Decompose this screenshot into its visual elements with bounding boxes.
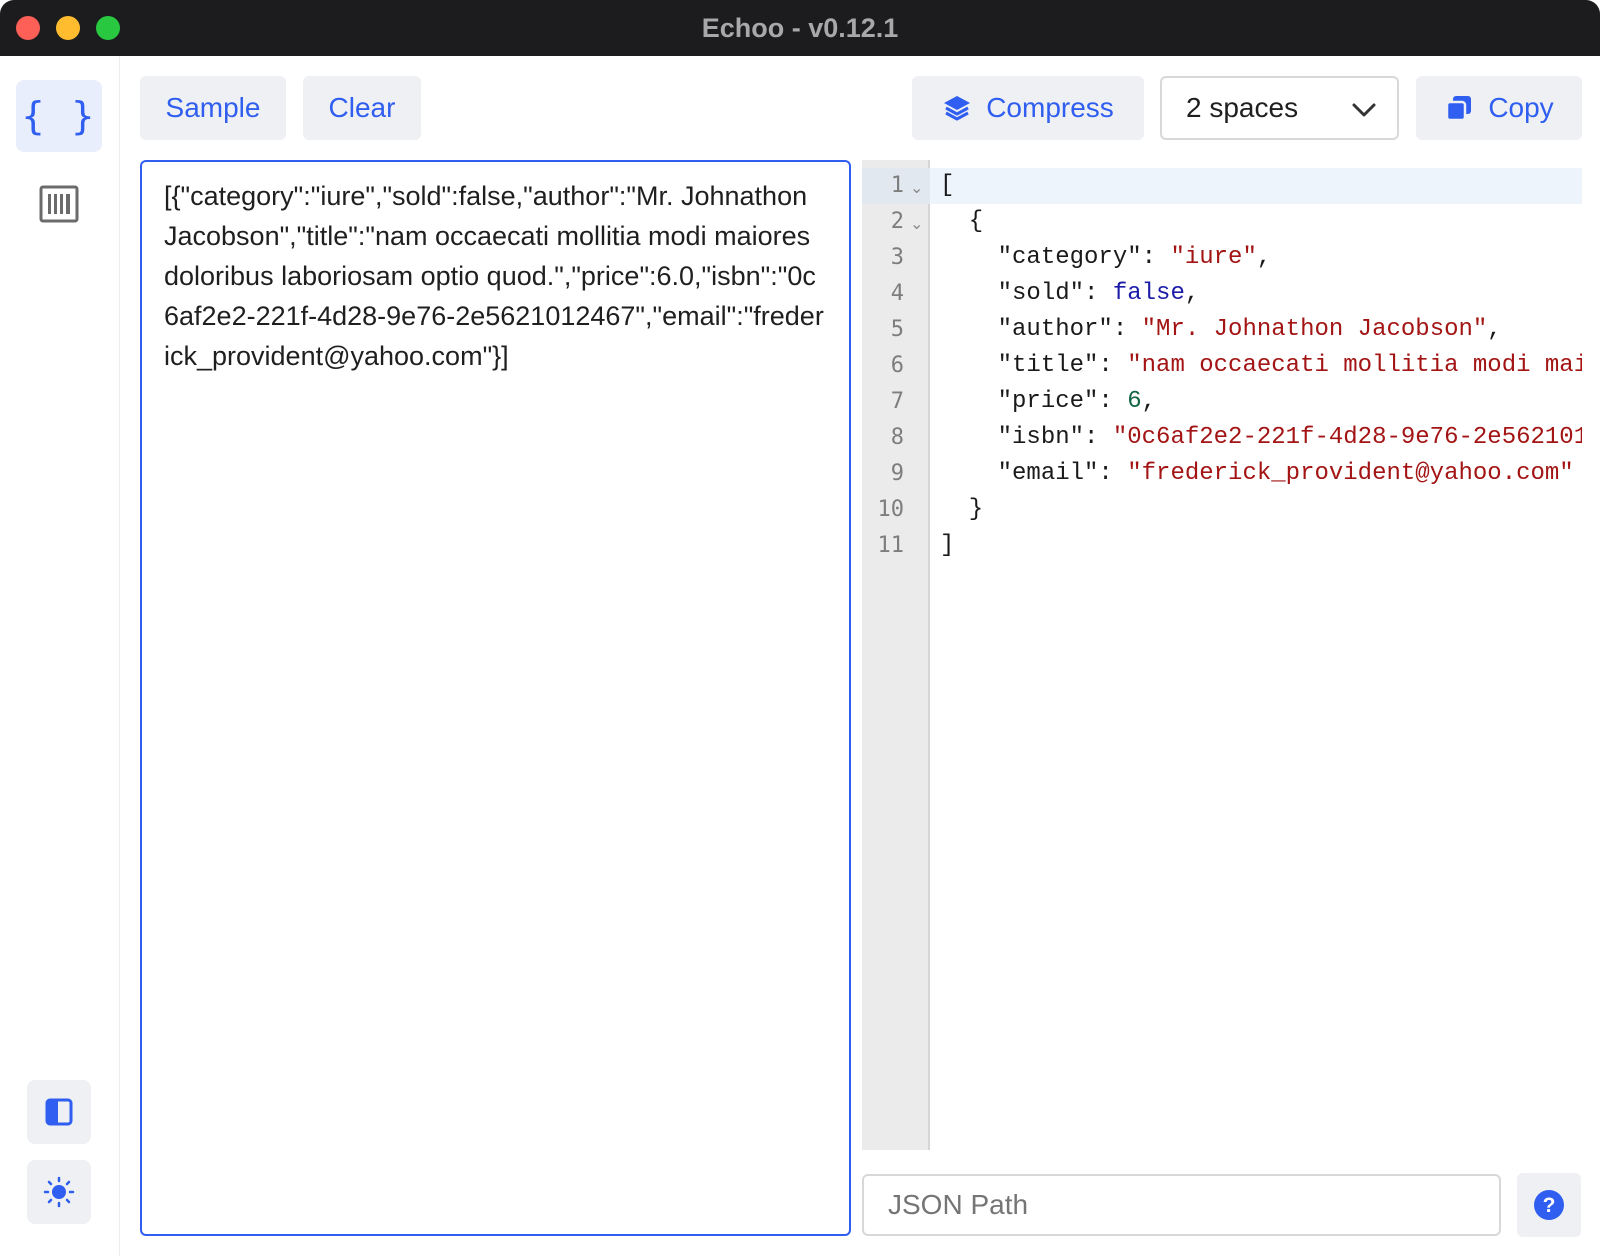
indent-select-value: 2 spaces (1186, 92, 1299, 123)
copy-button-label: Copy (1488, 92, 1554, 123)
line-number: 8 (890, 425, 904, 450)
code-token: { (940, 208, 984, 235)
line-number: 11 (877, 533, 905, 558)
code-line: { (940, 204, 983, 240)
json-input-textarea[interactable]: [{"category":"iure","sold":false,"author… (140, 160, 851, 1236)
barcode-icon (39, 185, 79, 223)
help-button[interactable]: ? (1517, 1173, 1581, 1237)
code-token: , (1184, 280, 1200, 307)
line-number: 2 (890, 209, 904, 234)
code-token: "isbn": (940, 424, 1113, 451)
code-token: "iure" (1170, 244, 1257, 271)
code-token: ] (940, 532, 955, 559)
line-number: 3 (890, 245, 904, 270)
title-bar[interactable]: Echoo - v0.12.1 (0, 0, 1600, 56)
sample-button[interactable]: Sample (140, 76, 286, 140)
code-line: "author": "Mr. Johnathon Jacobson", (940, 312, 1502, 348)
compress-button[interactable]: Compress (912, 76, 1144, 140)
sun-icon (43, 1176, 75, 1208)
code-token: "email": (940, 460, 1128, 487)
compress-button-label: Compress (986, 92, 1114, 123)
layers-icon (944, 96, 971, 121)
code-line: "price": 6, (940, 384, 1156, 420)
code-token: , (1141, 388, 1157, 415)
line-number: 5 (890, 317, 904, 342)
code-line: "email": "frederick_provident@yahoo.com" (940, 456, 1574, 492)
sidebar-item-barcode[interactable] (16, 168, 102, 240)
panel-layout-icon (45, 1098, 73, 1126)
code-line: "category": "iure", (940, 240, 1272, 276)
theme-toggle-button[interactable] (27, 1160, 91, 1224)
code-line: "title": "nam occaecati mollitia modi ma… (940, 348, 1582, 384)
code-token: false (1112, 280, 1185, 307)
code-token: "author": (940, 316, 1142, 343)
code-line: "sold": false, (940, 276, 1200, 312)
code-token: [ (940, 172, 955, 199)
line-number: 6 (890, 353, 904, 378)
indent-select[interactable]: 2 spaces (1160, 76, 1399, 140)
app-window: Echoo - v0.12.1 { } Sample Clear Compres… (0, 0, 1600, 1256)
json-input-text: [{"category":"iure","sold":false,"author… (164, 181, 824, 371)
code-token: "title": (940, 352, 1128, 379)
code-token: "price": (940, 388, 1128, 415)
code-token: "Mr. Johnathon Jacobson" (1141, 316, 1488, 343)
line-number: 9 (890, 461, 904, 486)
window-title: Echoo - v0.12.1 (701, 13, 899, 43)
sidebar: { } (0, 56, 120, 1256)
json-path-input[interactable] (862, 1174, 1501, 1236)
fold-chevron-icon[interactable]: ⌄ (910, 168, 923, 204)
code-token: "nam occaecati mollitia modi maiores dol… (1127, 352, 1582, 379)
question-circle-icon: ? (1534, 1190, 1564, 1220)
sample-button-label: Sample (165, 92, 261, 123)
json-output-editor[interactable]: 1 ⌄ [2 ⌄ {3 "category": "iure", 4 "sold": fa… (862, 160, 1582, 1150)
clear-button[interactable]: Clear (303, 76, 421, 140)
copy-icon (1446, 96, 1472, 122)
toggle-layout-button[interactable] (27, 1080, 91, 1144)
code-token: 6 (1127, 388, 1142, 415)
code-line: } (940, 492, 983, 528)
line-number: 7 (890, 389, 904, 414)
chevron-down-icon (1352, 103, 1376, 117)
svg-text:?: ? (1543, 1194, 1556, 1217)
code-token: "0c6af2e2-221f-4d28-9e76-2e5621012467" (1112, 424, 1582, 451)
code-token: , (1256, 244, 1272, 271)
json-braces-icon: { } (21, 94, 97, 138)
active-line-highlight (930, 168, 1582, 204)
sidebar-item-json[interactable]: { } (16, 80, 102, 152)
code-token: } (940, 496, 984, 523)
code-token: "category": (940, 244, 1171, 271)
code-line: "isbn": "0c6af2e2-221f-4d28-9e76-2e56210… (940, 420, 1582, 456)
code-token: "sold": (940, 280, 1113, 307)
code-line: ] (940, 528, 954, 564)
fold-chevron-icon[interactable]: ⌄ (910, 204, 923, 240)
code-token: , (1487, 316, 1502, 343)
clear-button-label: Clear (328, 92, 396, 123)
copy-button[interactable]: Copy (1416, 76, 1582, 140)
code-line: [ (940, 168, 954, 204)
line-number: 4 (890, 281, 904, 306)
code-token: "frederick_provident@yahoo.com" (1127, 460, 1574, 487)
line-number: 1 (890, 173, 904, 198)
line-number: 10 (877, 497, 905, 522)
